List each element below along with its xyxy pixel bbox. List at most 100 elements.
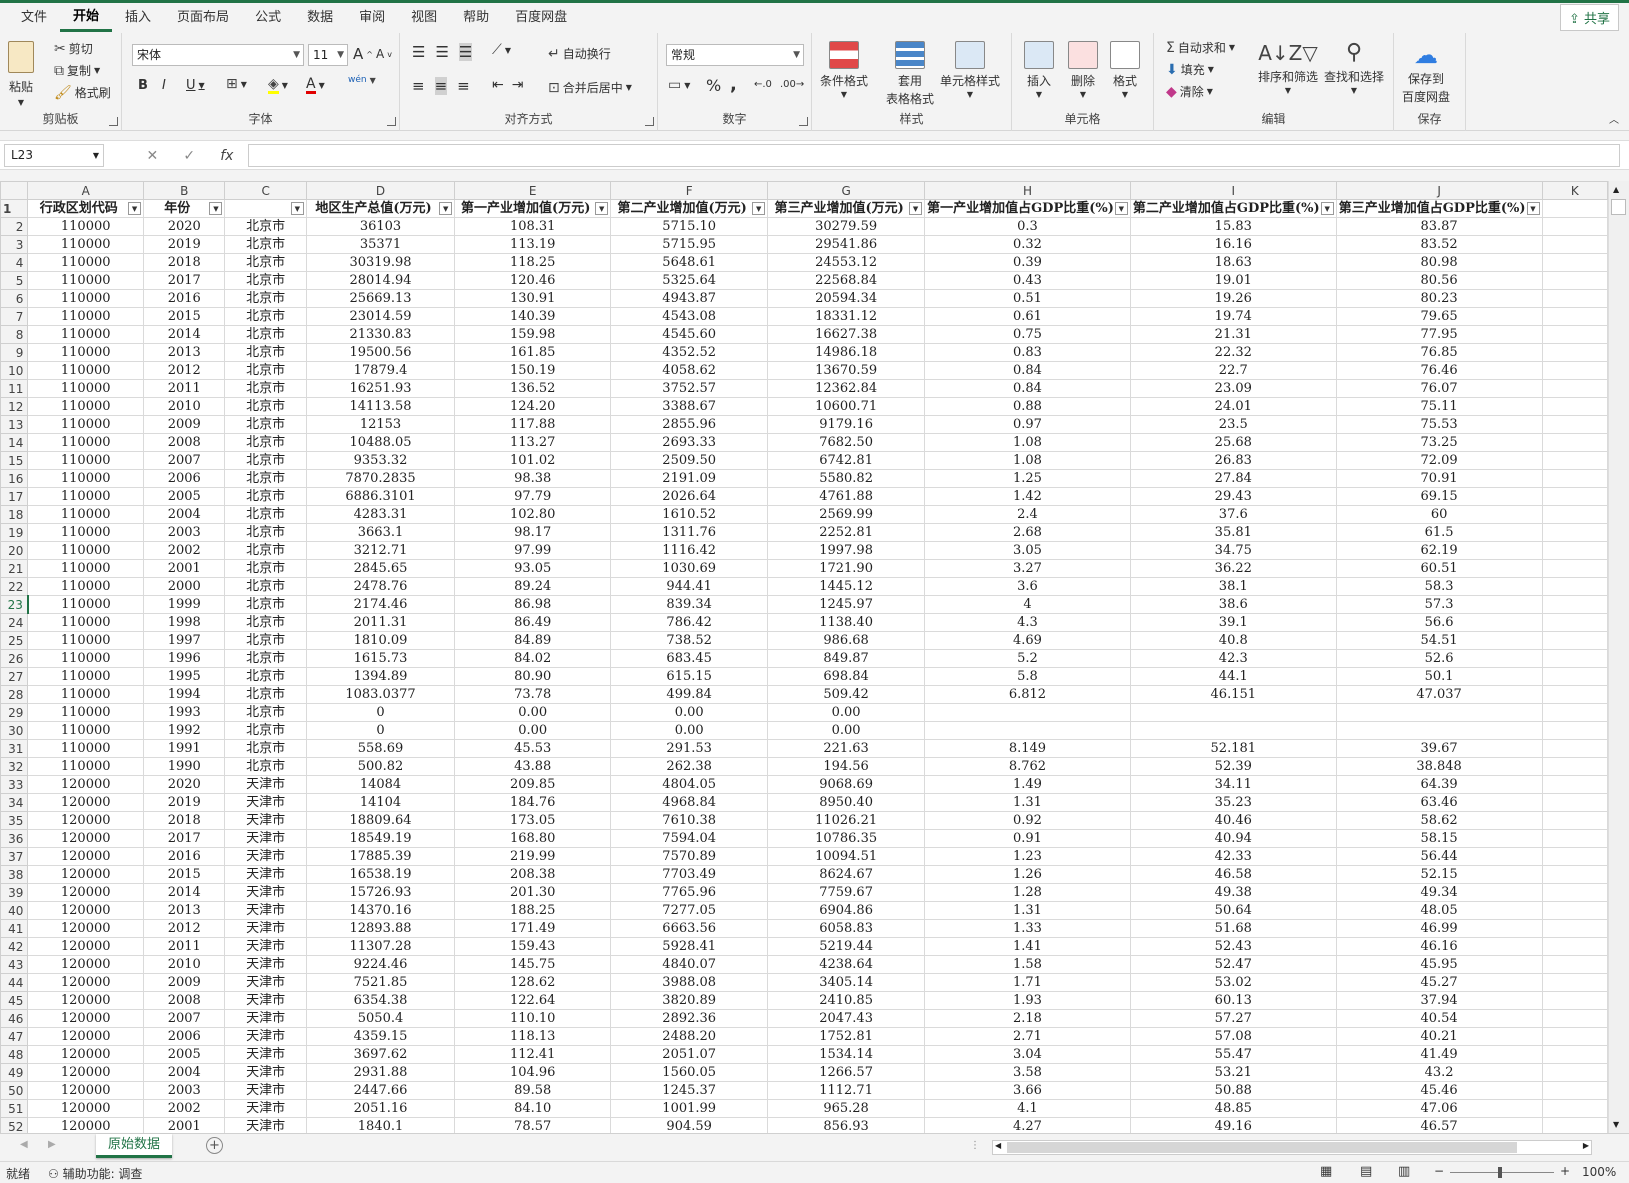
row-header[interactable]: 45: [0, 991, 29, 1010]
cell[interactable]: 194.56: [767, 757, 926, 776]
cell[interactable]: 1992: [143, 721, 226, 740]
align-bottom-icon[interactable]: ☰: [458, 43, 473, 61]
cell[interactable]: 52.39: [1129, 757, 1337, 776]
cell[interactable]: 72.09: [1335, 451, 1543, 470]
cell[interactable]: 3.66: [924, 1081, 1131, 1100]
cell[interactable]: 3212.71: [305, 541, 456, 560]
cell[interactable]: 110000: [27, 505, 145, 524]
filter-dropdown-icon[interactable]: ▼: [209, 202, 223, 215]
cell[interactable]: 46.99: [1335, 919, 1543, 938]
cell[interactable]: 3752.57: [610, 379, 769, 398]
cell[interactable]: [1541, 937, 1608, 956]
align-top-icon[interactable]: ☰: [412, 43, 425, 61]
menu-tab[interactable]: 审阅: [346, 4, 398, 32]
cell[interactable]: 120000: [27, 865, 145, 884]
row-header[interactable]: 32: [0, 757, 29, 776]
cell[interactable]: 8.762: [924, 757, 1131, 776]
cell[interactable]: 1245.37: [610, 1081, 769, 1100]
underline-button[interactable]: U ▼: [186, 78, 205, 93]
cell[interactable]: 93.05: [454, 559, 612, 578]
row-header[interactable]: 44: [0, 973, 29, 992]
cell[interactable]: 4: [924, 595, 1131, 614]
cell[interactable]: 23014.59: [305, 307, 456, 326]
row-header[interactable]: 43: [0, 955, 29, 974]
cell[interactable]: 120000: [27, 901, 145, 920]
cell[interactable]: 7682.50: [767, 433, 926, 452]
cell[interactable]: 北京市: [224, 739, 307, 758]
zoom-level[interactable]: 100%: [1582, 1165, 1616, 1179]
menu-tab[interactable]: 页面布局: [164, 4, 242, 32]
increase-indent-icon[interactable]: ⇥: [512, 77, 524, 93]
cell[interactable]: 北京市: [224, 487, 307, 506]
cell[interactable]: 6886.3101: [305, 487, 456, 506]
cell[interactable]: 2005: [143, 487, 226, 506]
row-header[interactable]: 22: [0, 577, 29, 596]
row-header[interactable]: 42: [0, 937, 29, 956]
row-header[interactable]: 31: [0, 739, 29, 758]
cell[interactable]: 78.57: [454, 1117, 612, 1133]
cell[interactable]: 北京市: [224, 415, 307, 434]
cell[interactable]: [924, 721, 1131, 740]
cell[interactable]: 4.3: [924, 613, 1131, 632]
cell[interactable]: 38.6: [1129, 595, 1337, 614]
cell[interactable]: [1335, 721, 1543, 740]
cell[interactable]: 北京市: [224, 397, 307, 416]
cell[interactable]: 2.71: [924, 1027, 1131, 1046]
cell[interactable]: 110000: [27, 433, 145, 452]
cell[interactable]: 0.3: [924, 217, 1131, 236]
cell[interactable]: 2001: [143, 1117, 226, 1133]
cell[interactable]: 10488.05: [305, 433, 456, 452]
cell[interactable]: 16627.38: [767, 325, 926, 344]
cell[interactable]: 3.58: [924, 1063, 1131, 1082]
cell[interactable]: 48.05: [1335, 901, 1543, 920]
cell[interactable]: 120.46: [454, 271, 612, 290]
cell[interactable]: 北京市: [224, 343, 307, 362]
cell[interactable]: 0.84: [924, 379, 1131, 398]
cell[interactable]: 1.42: [924, 487, 1131, 506]
cell[interactable]: 1998: [143, 613, 226, 632]
cell[interactable]: 天津市: [224, 973, 307, 992]
row-header[interactable]: 8: [0, 325, 29, 344]
cell[interactable]: 84.10: [454, 1099, 612, 1118]
cell[interactable]: 2051.07: [610, 1045, 769, 1064]
cell[interactable]: 16.16: [1129, 235, 1337, 254]
cell[interactable]: 120000: [27, 991, 145, 1010]
cell[interactable]: 76.85: [1335, 343, 1543, 362]
cell[interactable]: 4.1: [924, 1099, 1131, 1118]
cell[interactable]: 52.181: [1129, 739, 1337, 758]
fill-color-button[interactable]: ◈ ▼: [268, 77, 288, 94]
cell[interactable]: 2009: [143, 973, 226, 992]
cell[interactable]: 22568.84: [767, 271, 926, 290]
cell[interactable]: 2007: [143, 451, 226, 470]
cell[interactable]: [1541, 955, 1608, 974]
cell[interactable]: 110000: [27, 487, 145, 506]
row-header[interactable]: 16: [0, 469, 29, 488]
cell[interactable]: 130.91: [454, 289, 612, 308]
cell[interactable]: 50.88: [1129, 1081, 1337, 1100]
cell[interactable]: 35371: [305, 235, 456, 254]
cell[interactable]: 19.01: [1129, 271, 1337, 290]
cell[interactable]: 110000: [27, 307, 145, 326]
cell[interactable]: 58.62: [1335, 811, 1543, 830]
align-right-icon[interactable]: ≡: [457, 77, 470, 95]
cell[interactable]: 209.85: [454, 775, 612, 794]
cell[interactable]: 73.25: [1335, 433, 1543, 452]
cell[interactable]: 80.90: [454, 667, 612, 686]
cell[interactable]: 120000: [27, 811, 145, 830]
cell[interactable]: 8624.67: [767, 865, 926, 884]
cell[interactable]: [1541, 1117, 1608, 1133]
cell[interactable]: 36103: [305, 217, 456, 236]
cell[interactable]: 北京市: [224, 613, 307, 632]
cell[interactable]: [1541, 1099, 1608, 1118]
cell[interactable]: 4840.07: [610, 955, 769, 974]
cell[interactable]: 124.20: [454, 397, 612, 416]
cell[interactable]: 110000: [27, 757, 145, 776]
cell[interactable]: 2252.81: [767, 523, 926, 542]
phonetic-button[interactable]: wén ▼: [348, 75, 376, 85]
cell[interactable]: 23.5: [1129, 415, 1337, 434]
cell[interactable]: 8.149: [924, 739, 1131, 758]
cell[interactable]: [1541, 451, 1608, 470]
cell[interactable]: [1541, 325, 1608, 344]
cell[interactable]: 2004: [143, 505, 226, 524]
merge-center-button[interactable]: ⊡ 合并后居中 ▼: [548, 79, 632, 96]
